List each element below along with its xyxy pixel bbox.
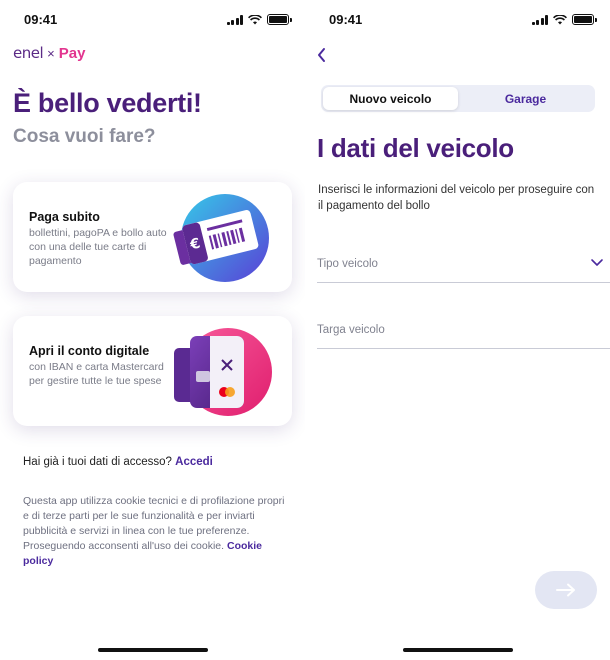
status-icons — [226, 14, 292, 25]
next-button[interactable] — [535, 571, 597, 609]
home-indicator — [97, 648, 208, 652]
credit-card-icon — [174, 328, 272, 416]
logo-product: Pay — [58, 44, 86, 62]
vehicle-data-screen: 09:41 Nuovo veicolo Garage I dati del ve… — [305, 0, 610, 660]
vehicle-type-select[interactable]: Tipo veicolo — [317, 253, 610, 283]
status-icons — [531, 14, 597, 25]
card-title: Apri il conto digitale — [29, 344, 150, 358]
vehicle-type-placeholder: Tipo veicolo — [317, 258, 378, 270]
login-question: Hai già i tuoi dati di accesso? — [23, 456, 172, 468]
card-description: bollettini, pagoPA e bollo auto con una … — [29, 227, 167, 267]
status-time: 09:41 — [24, 12, 58, 27]
battery-icon — [572, 14, 597, 25]
cellular-signal-icon — [226, 14, 243, 25]
logo-separator: × — [47, 45, 55, 61]
tab-garage[interactable]: Garage — [458, 87, 593, 110]
back-arrow-icon[interactable] — [315, 46, 329, 64]
status-time: 09:41 — [329, 12, 363, 27]
plate-input[interactable]: Targa veicolo — [317, 319, 610, 349]
page-title: I dati del veicolo — [317, 133, 514, 163]
greeting-title: È bello vederti! — [13, 88, 202, 118]
cookie-notice: Questa app utilizza cookie tecnici e di … — [23, 494, 285, 569]
digital-account-card[interactable]: Apri il conto digitale con IBAN e carta … — [13, 316, 292, 426]
login-link[interactable]: Accedi — [175, 456, 213, 468]
plate-placeholder: Targa veicolo — [317, 324, 385, 336]
enel-pay-logo: enel × Pay — [13, 44, 85, 62]
battery-icon — [267, 14, 292, 25]
pay-now-card[interactable]: Paga subito bollettini, pagoPA e bollo a… — [13, 182, 292, 292]
vehicle-tabs: Nuovo veicolo Garage — [321, 85, 595, 112]
cellular-signal-icon — [531, 14, 548, 25]
page-description: Inserisci le informazioni del veicolo pe… — [318, 184, 595, 212]
wifi-icon — [553, 14, 567, 24]
login-prompt: Hai già i tuoi dati di accesso? Accedi — [23, 456, 213, 468]
chevron-down-icon — [591, 259, 603, 266]
status-bar: 09:41 — [305, 10, 610, 30]
welcome-screen: 09:41 enel × Pay È bello vederti! Cosa v… — [0, 0, 305, 660]
tab-new-vehicle[interactable]: Nuovo veicolo — [323, 87, 458, 110]
card-title: Paga subito — [29, 210, 100, 224]
card-description: con IBAN e carta Mastercard per gestire … — [29, 361, 164, 387]
logo-brand: enel — [13, 44, 44, 62]
greeting-subtitle: Cosa vuoi fare? — [13, 126, 156, 147]
status-bar: 09:41 — [0, 10, 305, 30]
wifi-icon — [248, 14, 262, 24]
payment-slip-icon: € — [173, 194, 269, 282]
home-indicator — [402, 648, 513, 652]
arrow-right-icon — [556, 583, 575, 597]
